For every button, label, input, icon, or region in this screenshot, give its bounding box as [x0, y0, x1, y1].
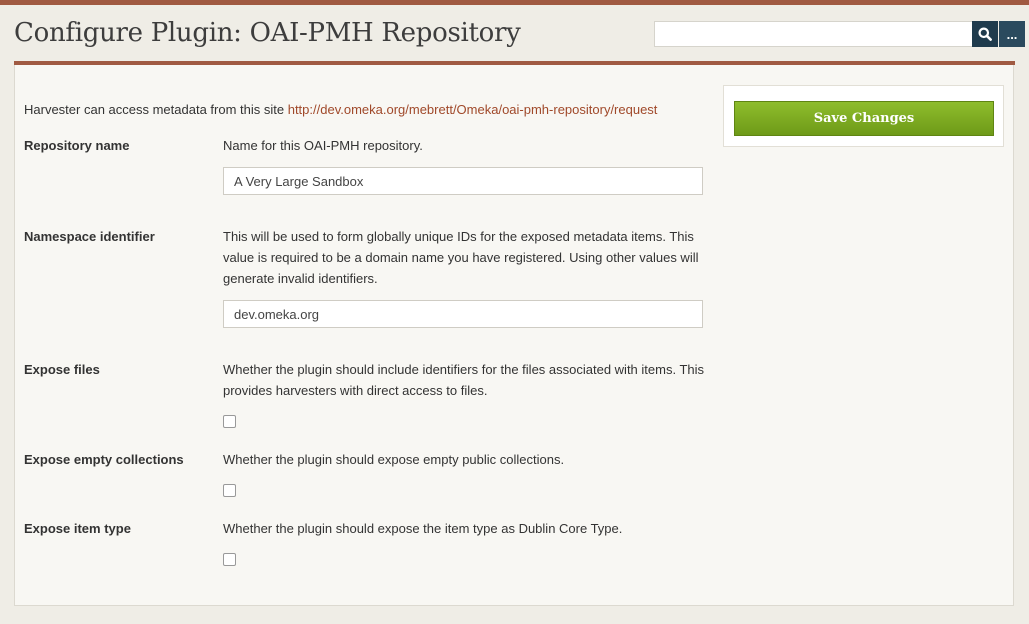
expose-item-type-checkbox[interactable] [223, 553, 236, 566]
expose-empty-collections-label: Expose empty collections [24, 452, 184, 467]
harvester-info: Harvester can access metadata from this … [24, 102, 657, 117]
search-button[interactable] [972, 21, 998, 47]
save-changes-button[interactable]: Save Changes [734, 101, 994, 136]
repository-name-description: Name for this OAI-PMH repository. [223, 138, 423, 153]
expose-item-type-label: Expose item type [24, 521, 131, 536]
expose-files-label: Expose files [24, 362, 100, 377]
search-bar: ... [654, 21, 1025, 47]
expose-empty-collections-description: Whether the plugin should expose empty p… [223, 452, 565, 467]
expose-item-type-description: Whether the plugin should expose the ite… [223, 521, 623, 536]
namespace-identifier-label: Namespace identifier [24, 229, 155, 244]
search-icon [978, 27, 992, 41]
repository-name-input[interactable] [223, 167, 703, 195]
top-accent-bar [0, 0, 1029, 5]
expose-files-description: Whether the plugin should include identi… [223, 362, 705, 398]
repository-name-label: Repository name [24, 138, 130, 153]
oai-request-link[interactable]: http://dev.omeka.org/mebrett/Omeka/oai-p… [288, 102, 658, 117]
namespace-identifier-description: This will be used to form globally uniqu… [223, 229, 699, 286]
page-title: Configure Plugin: OAI-PMH Repository [14, 18, 521, 48]
namespace-identifier-input[interactable] [223, 300, 703, 328]
search-input[interactable] [654, 21, 972, 47]
harvester-info-text: Harvester can access metadata from this … [24, 102, 288, 117]
expose-files-checkbox[interactable] [223, 415, 236, 428]
advanced-search-button[interactable]: ... [999, 21, 1025, 47]
expose-empty-collections-checkbox[interactable] [223, 484, 236, 497]
